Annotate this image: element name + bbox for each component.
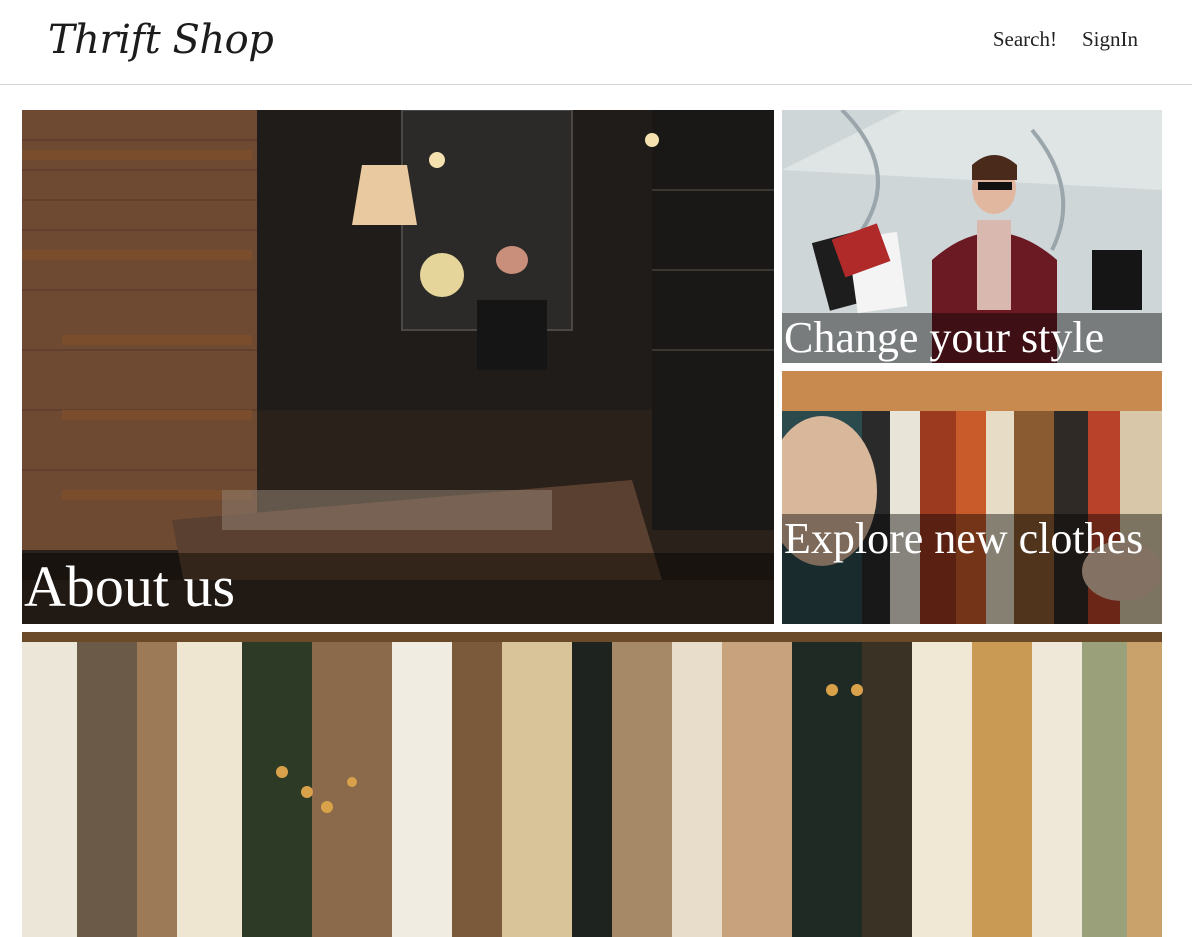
about-us-caption: About us: [22, 553, 774, 624]
explore-new-clothes-caption: Explore new clothes: [782, 514, 1162, 624]
about-us-tile[interactable]: About us: [22, 110, 774, 624]
clothes-rack-banner[interactable]: [22, 632, 1162, 937]
explore-new-clothes-tile[interactable]: Explore new clothes: [782, 371, 1162, 624]
site-logo[interactable]: Thrift Shop: [48, 14, 274, 66]
nav-search-link[interactable]: Search!: [993, 27, 1057, 52]
change-your-style-caption: Change your style: [782, 312, 1162, 363]
site-header: Thrift Shop Search! SignIn: [0, 0, 1192, 85]
change-your-style-tile[interactable]: Change your style: [782, 110, 1162, 363]
hanging-sweaters-photo: [22, 632, 1162, 937]
top-nav: Search! SignIn: [993, 27, 1138, 52]
store-interior-photo: [22, 110, 774, 624]
nav-signin-link[interactable]: SignIn: [1082, 27, 1138, 52]
